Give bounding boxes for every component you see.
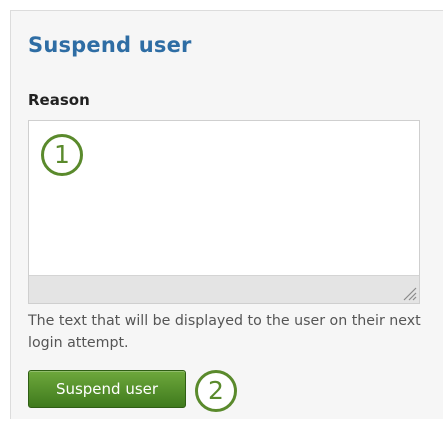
reason-help-text: The text that will be displayed to the u… bbox=[28, 313, 421, 351]
suspend-user-button[interactable]: Suspend user bbox=[28, 370, 186, 408]
callout-number-2: 2 bbox=[195, 370, 237, 412]
section-title: Suspend user bbox=[28, 33, 192, 57]
callout-number-1: 1 bbox=[41, 134, 83, 176]
reason-textarea-input[interactable] bbox=[29, 121, 419, 275]
textarea-status-bar bbox=[29, 275, 419, 303]
reason-label: Reason bbox=[28, 91, 90, 109]
resize-handle-icon[interactable] bbox=[401, 285, 417, 301]
reason-textarea[interactable] bbox=[28, 120, 420, 304]
